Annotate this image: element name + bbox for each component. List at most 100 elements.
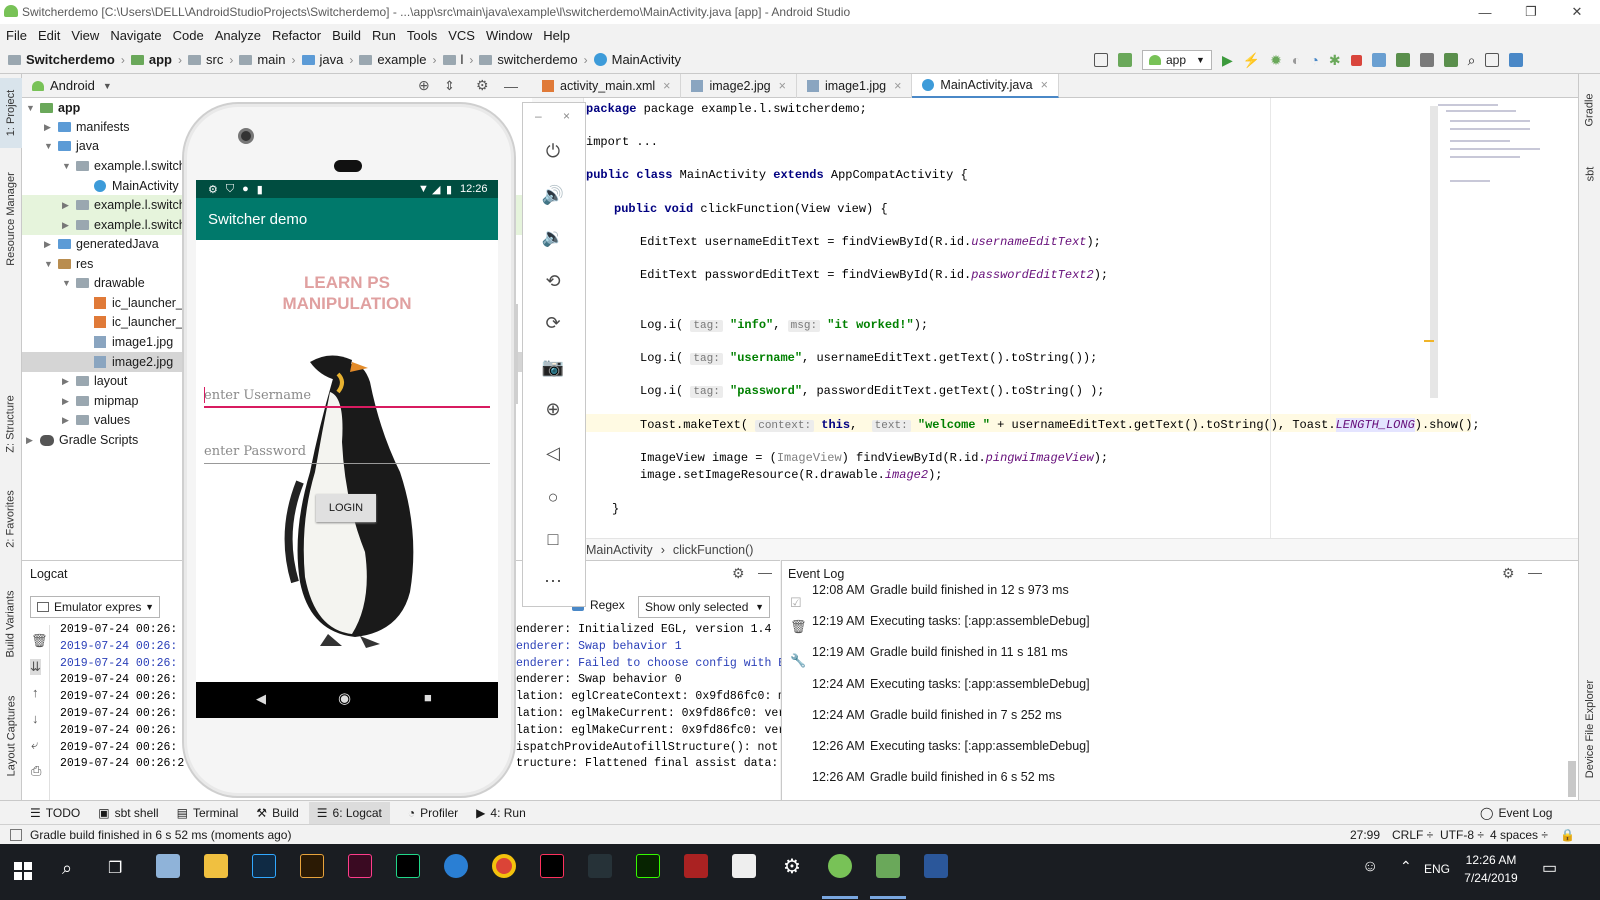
crumb-src[interactable]: src (187, 52, 223, 67)
mark-read-icon[interactable]: ☑ (790, 595, 802, 611)
zoom-icon[interactable]: ⊕ (541, 397, 565, 421)
scroll-to-end-icon[interactable]: ⇊ (30, 659, 41, 675)
attach-debugger-icon[interactable]: ✱ (1329, 52, 1341, 69)
stop-icon[interactable] (1350, 54, 1362, 66)
word-icon[interactable] (924, 854, 948, 878)
photoshop-icon[interactable] (252, 854, 276, 878)
tree-item-image1[interactable]: image1.jpg (94, 332, 173, 352)
indesign-icon[interactable] (348, 854, 372, 878)
trash-icon[interactable]: 🗑 (790, 619, 807, 635)
menu-view[interactable]: View (71, 28, 99, 43)
camera-icon[interactable]: 📷 (541, 355, 565, 379)
search-icon[interactable]: ⌕ (1468, 52, 1476, 69)
soft-wrap-icon[interactable]: ⤶ (31, 737, 38, 753)
chevron-up-icon[interactable]: ⌃ (1400, 858, 1412, 875)
tree-item-ic-launcher-b[interactable]: ic_launcher_b (94, 293, 190, 313)
minimize-icon[interactable]: – (535, 109, 542, 123)
power-icon[interactable]: ⏻ (541, 139, 565, 163)
tab-terminal[interactable]: ▤ Terminal (177, 806, 239, 820)
tree-item-layout[interactable]: ▶ layout (62, 371, 127, 391)
home-icon[interactable]: ○ (541, 485, 565, 509)
tab-build[interactable]: ⚒ Build (256, 806, 298, 820)
home-icon[interactable]: ◉ (338, 689, 351, 707)
pycharm-icon[interactable] (396, 854, 420, 878)
gear-icon[interactable]: ⚙ (1502, 565, 1515, 582)
menu-help[interactable]: Help (543, 28, 570, 43)
crumb-app[interactable]: app (130, 52, 172, 67)
sdk-manager-icon[interactable] (1419, 53, 1434, 67)
crumb-switcherdemo[interactable]: switcherdemo (479, 52, 578, 67)
close-tab-icon[interactable]: × (663, 79, 670, 93)
device-dropdown[interactable]: Emulator expres ▼ (30, 596, 160, 618)
task-view-icon[interactable]: ❐ (108, 858, 122, 878)
hide-icon[interactable]: — (1528, 564, 1542, 580)
hide-icon[interactable]: — (504, 78, 518, 94)
crumb-main[interactable]: main (239, 52, 286, 67)
clapper-icon[interactable] (732, 854, 756, 878)
crumb-project[interactable]: Switcherdemo (8, 52, 115, 67)
locate-icon[interactable]: ⊕ (418, 77, 430, 94)
gear-icon[interactable]: ⚙ (732, 565, 745, 582)
editor-scrollbar[interactable] (1430, 106, 1438, 398)
close-tab-icon[interactable]: × (779, 79, 786, 93)
line-separator[interactable]: CRLF ÷ (1392, 828, 1433, 842)
tree-item-mainactivity[interactable]: MainActivity (94, 176, 179, 196)
game-icon[interactable] (684, 854, 708, 878)
print-icon[interactable]: ⎙ (31, 763, 41, 779)
close-window-button[interactable]: ✕ (1554, 0, 1600, 24)
search-icon[interactable]: ⌕ (62, 858, 72, 879)
minimize-button[interactable]: — (1462, 0, 1508, 24)
tree-item-ic-launcher-f[interactable]: ic_launcher_f (94, 312, 186, 332)
tab-image1[interactable]: image1.jpg × (797, 74, 913, 98)
tab-favorites[interactable]: 2: Favorites (0, 479, 22, 559)
file-encoding[interactable]: UTF-8 ÷ (1440, 828, 1484, 842)
debug-icon[interactable]: ✹ (1270, 52, 1282, 69)
tree-item-java[interactable]: ▼ java (44, 136, 99, 156)
editor-crumb-method[interactable]: clickFunction() (673, 543, 754, 557)
caret-position[interactable]: 27:99 (1350, 828, 1380, 842)
close-icon[interactable]: × (563, 109, 570, 123)
tab-project[interactable]: 1: Project (0, 78, 22, 148)
settings-gear-icon[interactable]: ⚙ (780, 854, 804, 878)
crumb-mainactivity[interactable]: MainActivity (593, 52, 681, 67)
windows-start-icon[interactable] (14, 862, 32, 880)
indent-setting[interactable]: 4 spaces ÷ (1490, 828, 1548, 842)
back-icon[interactable]: ◀ (256, 691, 266, 707)
tree-item-res[interactable]: ▼ res (44, 254, 93, 274)
tree-item-package[interactable]: ▼ example.l.switch (62, 156, 186, 176)
intellij-icon[interactable] (540, 854, 564, 878)
back-icon[interactable]: ◁ (541, 441, 565, 465)
tree-item-generatedjava[interactable]: ▶ generatedJava (44, 234, 159, 254)
tree-item-values[interactable]: ▶ values (62, 410, 130, 430)
up-icon[interactable]: ↑ (32, 685, 39, 700)
volume-down-icon[interactable]: 🔉 (541, 225, 565, 249)
menu-code[interactable]: Code (173, 28, 204, 43)
menu-run[interactable]: Run (372, 28, 396, 43)
wrench-icon[interactable]: 🔧 (790, 653, 806, 669)
rotate-left-icon[interactable]: ⟲ (541, 269, 565, 293)
tab-profiler[interactable]: ◔ Profiler (408, 806, 458, 820)
avd-manager-icon[interactable] (1395, 53, 1410, 67)
gear-icon[interactable]: ⚙ (476, 77, 489, 94)
close-tab-icon[interactable]: × (894, 79, 901, 93)
android-studio-icon[interactable] (828, 854, 852, 878)
volume-up-icon[interactable]: 🔊 (541, 183, 565, 207)
menu-build[interactable]: Build (332, 28, 361, 43)
run-icon[interactable]: ▶ (1222, 52, 1233, 69)
profile-icon[interactable]: ◔ (1310, 52, 1318, 68)
visual-studio-icon[interactable] (588, 854, 612, 878)
crumb-l[interactable]: l (442, 52, 463, 67)
collapse-icon[interactable]: ⇕ (444, 78, 455, 94)
tree-item-app[interactable]: ▼ app (26, 98, 80, 118)
menu-analyze[interactable]: Analyze (215, 28, 261, 43)
maximize-button[interactable]: ❐ (1508, 0, 1554, 24)
tab-mainactivity-java[interactable]: MainActivity.java × (912, 74, 1059, 98)
tree-item-drawable[interactable]: ▼ drawable (62, 273, 145, 293)
rotate-right-icon[interactable]: ⟳ (541, 311, 565, 335)
tab-activity-main-xml[interactable]: activity_main.xml × (532, 74, 682, 98)
username-field[interactable]: enter Username (204, 382, 490, 408)
tab-build-variants[interactable]: Build Variants (0, 579, 22, 669)
tree-item-manifests[interactable]: ▶ manifests (44, 117, 130, 137)
emulator-icon[interactable] (876, 854, 900, 878)
menu-file[interactable]: File (6, 28, 27, 43)
